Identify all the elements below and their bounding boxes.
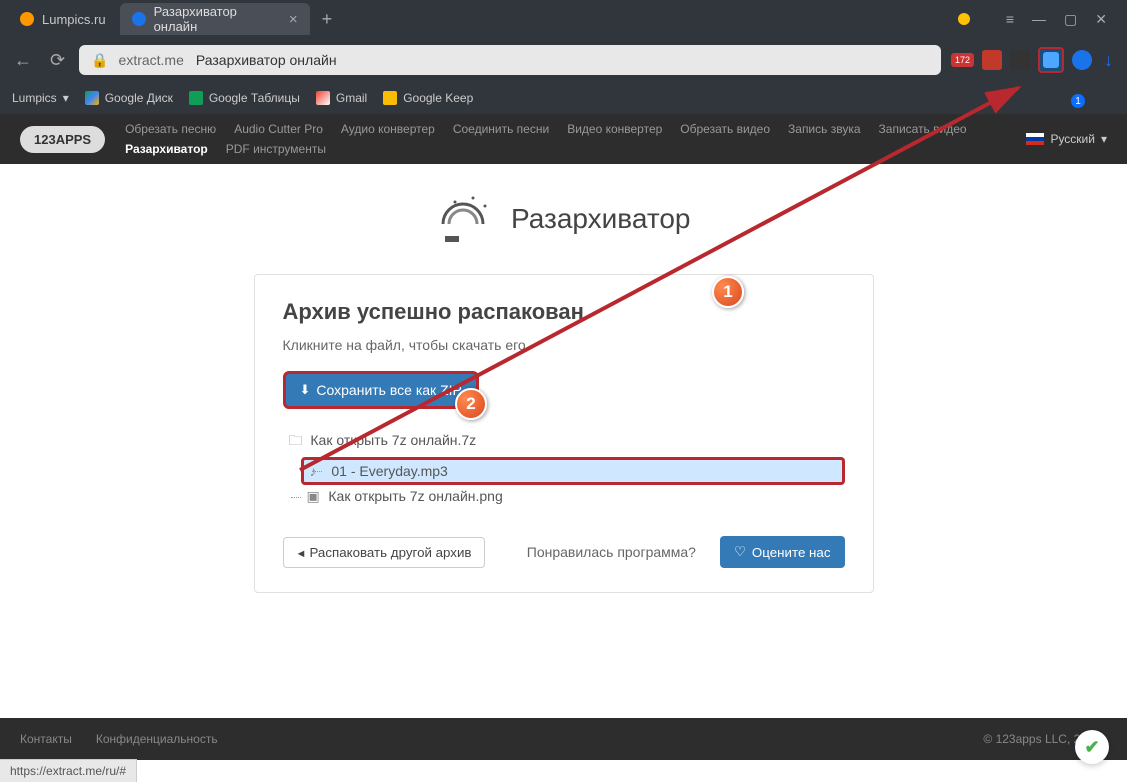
new-tab-button[interactable]: + xyxy=(312,9,343,30)
result-panel: Архив успешно распакован Кликните на фай… xyxy=(254,274,874,593)
favicon-icon xyxy=(132,12,146,26)
security-badge-icon[interactable] xyxy=(1075,730,1109,764)
tab-label: Lumpics.ru xyxy=(42,12,106,27)
chevron-down-icon: ▾ xyxy=(1101,132,1107,146)
main-content: Разархиватор Архив успешно распакован Кл… xyxy=(0,164,1127,623)
flag-ru-icon xyxy=(1026,133,1044,145)
save-all-zip-button[interactable]: Сохранить все как ZIP xyxy=(283,371,479,409)
bookmarks-bar: Lumpics ▾ Google Диск Google Таблицы Gma… xyxy=(0,82,1127,114)
bookmark-sheets[interactable]: Google Таблицы xyxy=(189,91,300,105)
panel-heading: Архив успешно распакован xyxy=(283,299,845,325)
minimize-button[interactable]: — xyxy=(1032,11,1046,27)
nav-link[interactable]: Запись звука xyxy=(788,122,861,136)
footer-privacy[interactable]: Конфиденциальность xyxy=(96,732,218,746)
extension-icon[interactable] xyxy=(982,50,1002,70)
download-arrow-icon[interactable]: ↓ xyxy=(1100,50,1117,71)
gmail-icon xyxy=(316,91,330,105)
hero: Разархиватор xyxy=(0,194,1127,244)
nav-link[interactable]: Audio Cutter Pro xyxy=(234,122,323,136)
nav-link[interactable]: Записать видео xyxy=(879,122,967,136)
tab-label: Разархиватор онлайн xyxy=(154,4,279,34)
nav-link[interactable]: Видео конвертер xyxy=(567,122,662,136)
audio-file-icon: ♪ xyxy=(310,463,324,479)
image-file-icon: ▣ xyxy=(307,488,321,505)
panel-footer: Распаковать другой архив Понравилась про… xyxy=(283,536,845,568)
callout-2: 2 xyxy=(455,388,487,420)
bookmark-gmail[interactable]: Gmail xyxy=(316,91,367,105)
rate-us-button[interactable]: Оцените нас xyxy=(720,536,845,568)
site-nav-links: Обрезать песню Audio Cutter Pro Аудио ко… xyxy=(125,122,1006,156)
nav-link[interactable]: PDF инструменты xyxy=(226,142,326,156)
extension-icon[interactable] xyxy=(1072,50,1092,70)
keep-icon xyxy=(383,91,397,105)
status-bar: https://extract.me/ru/# xyxy=(0,759,137,782)
callout-1: 1 xyxy=(712,276,744,308)
file-tree: 🗀 Как открыть 7z онлайн.7z ♪ 01 - Everyd… xyxy=(283,427,845,508)
nav-link[interactable]: Обрезать видео xyxy=(680,122,770,136)
nav-link[interactable]: Обрезать песню xyxy=(125,122,216,136)
window-controls: ≡ — ▢ ✕ xyxy=(958,11,1119,28)
nav-link[interactable]: Соединить песни xyxy=(453,122,549,136)
drive-icon xyxy=(85,91,99,105)
page-title: Разархиватор xyxy=(511,203,690,235)
address-title: Разархиватор онлайн xyxy=(196,52,337,68)
always-on-top-icon[interactable] xyxy=(958,13,970,25)
notification-badge: 1 xyxy=(1071,94,1085,108)
rainbow-box-icon xyxy=(437,194,497,244)
bookmark-keep[interactable]: Google Keep xyxy=(383,91,473,105)
back-button[interactable]: ← xyxy=(10,50,36,71)
extension-icon[interactable] xyxy=(1010,50,1030,70)
site-header: 123APPS Обрезать песню Audio Cutter Pro … xyxy=(0,114,1127,164)
tree-file-selected[interactable]: ♪ 01 - Everyday.mp3 xyxy=(301,457,845,485)
tab-lumpics[interactable]: Lumpics.ru xyxy=(8,3,118,35)
ext-badge[interactable]: 172 xyxy=(951,53,974,67)
panel-subtext: Кликните на файл, чтобы скачать его. xyxy=(283,337,845,353)
language-selector[interactable]: Русский ▾ xyxy=(1026,132,1107,146)
maximize-button[interactable]: ▢ xyxy=(1064,11,1077,28)
nav-link-active[interactable]: Разархиватор xyxy=(125,142,208,156)
close-window-button[interactable]: ✕ xyxy=(1095,11,1107,28)
unpack-another-button[interactable]: Распаковать другой архив xyxy=(283,537,485,568)
reload-button[interactable]: ⟳ xyxy=(46,50,69,71)
address-domain: extract.me xyxy=(119,52,184,68)
address-row: ← ⟳ 🔒 extract.me Разархиватор онлайн 172… xyxy=(0,38,1127,82)
tree-file[interactable]: ▣ Как открыть 7z онлайн.png xyxy=(283,485,845,508)
nav-link[interactable]: Аудио конвертер xyxy=(341,122,435,136)
logo[interactable]: 123APPS xyxy=(20,126,105,153)
bookmark-drive[interactable]: Google Диск xyxy=(85,91,173,105)
archive-icon: 🗀 xyxy=(289,430,303,454)
extension-icons: 172 ↓ xyxy=(951,47,1117,73)
lang-label: Русский xyxy=(1050,132,1095,146)
tree-root[interactable]: 🗀 Как открыть 7z онлайн.7z xyxy=(283,427,845,457)
bookmark-lumpics[interactable]: Lumpics ▾ xyxy=(12,91,69,105)
liked-text: Понравилась программа? xyxy=(527,544,696,560)
close-icon[interactable]: × xyxy=(289,11,298,28)
tab-strip: Lumpics.ru Разархиватор онлайн × + ≡ — ▢… xyxy=(0,0,1127,38)
tab-extract[interactable]: Разархиватор онлайн × xyxy=(120,3,310,35)
sheets-icon xyxy=(189,91,203,105)
favicon-icon xyxy=(20,12,34,26)
downloads-icon[interactable] xyxy=(1038,47,1064,73)
lock-icon: 🔒 xyxy=(91,52,108,69)
address-bar[interactable]: 🔒 extract.me Разархиватор онлайн xyxy=(79,45,941,75)
footer-contacts[interactable]: Контакты xyxy=(20,732,72,746)
site-footer: Контакты Конфиденциальность © 123apps LL… xyxy=(0,718,1127,760)
more-icon[interactable]: ≡ xyxy=(1006,11,1014,27)
